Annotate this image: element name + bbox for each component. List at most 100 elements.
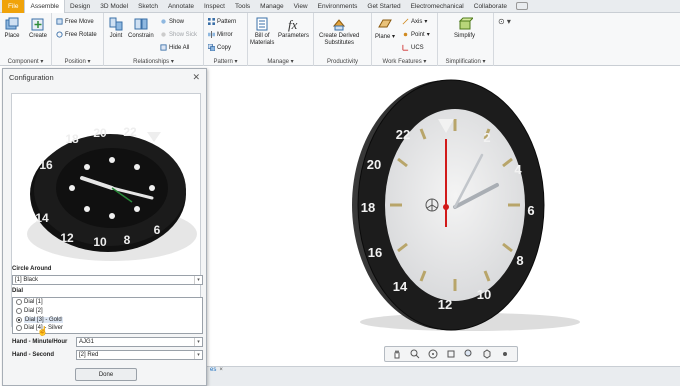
tab-sketch[interactable]: Sketch <box>133 0 163 13</box>
group-label-manage: Manage ▾ <box>267 59 294 65</box>
svg-text:10: 10 <box>93 235 107 249</box>
free-rotate-button[interactable]: Free Rotate <box>56 30 97 39</box>
svg-text:14: 14 <box>393 279 408 294</box>
close-icon[interactable]: ✕ <box>192 72 200 83</box>
group-position: Free Move Free Rotate Position ▾ <box>52 13 104 66</box>
svg-text:16: 16 <box>368 245 382 260</box>
group-label-relationships: Relationships ▾ <box>133 59 174 65</box>
chevron-down-icon[interactable]: ▾ <box>194 351 202 359</box>
close-tab-icon[interactable]: × <box>219 367 223 373</box>
group-component: Place Create Component ▾ <box>0 13 52 66</box>
create-icon <box>31 18 44 31</box>
place-button[interactable]: Place <box>4 16 20 39</box>
tab-assemble[interactable]: Assemble <box>24 0 66 13</box>
tab-get-started[interactable]: Get Started <box>362 0 405 13</box>
pattern-button[interactable]: Pattern <box>208 17 236 26</box>
tab-design[interactable]: Design <box>65 0 95 13</box>
hand-second-label: Hand - Second <box>12 352 55 358</box>
show-sick-button[interactable]: Show Sick <box>160 30 197 39</box>
tab-tools[interactable]: Tools <box>230 0 255 13</box>
hand-minute-hour-select[interactable]: AJG1 ▾ <box>76 337 203 347</box>
preview-clock: 18 20 22 12 10 8 6 14 16 <box>27 125 197 261</box>
show-button[interactable]: Show <box>160 17 184 26</box>
svg-text:22: 22 <box>396 127 410 142</box>
mirror-button[interactable]: Mirror <box>208 30 233 39</box>
radio-selected-icon[interactable] <box>16 317 22 323</box>
zoom-icon[interactable] <box>410 349 420 359</box>
show-icon <box>161 19 166 24</box>
svg-text:20: 20 <box>93 126 107 140</box>
hand-pivot <box>443 204 449 210</box>
orbit-icon[interactable] <box>428 349 438 359</box>
group-pattern: Pattern Mirror Copy Pattern ▾ <box>204 13 248 66</box>
hand-minute-hour-label: Hand - Minute/Hour <box>12 339 68 345</box>
view-cube-icon[interactable] <box>482 349 492 359</box>
dial-option-2[interactable]: Dial [2] <box>16 308 43 314</box>
point-button[interactable]: Point ▾ <box>402 30 430 39</box>
chevron-down-icon[interactable]: ▾ <box>194 338 202 346</box>
tab-annotate[interactable]: Annotate <box>163 0 199 13</box>
derived-substitutes-icon <box>333 19 346 31</box>
tab-view[interactable]: View <box>289 0 313 13</box>
tab-file[interactable]: File <box>2 0 25 13</box>
look-at-icon[interactable] <box>446 349 456 359</box>
tab-environments[interactable]: Environments <box>313 0 363 13</box>
radio-icon[interactable] <box>16 299 22 305</box>
hide-all-button[interactable]: Hide All <box>160 43 189 52</box>
tab-inspect[interactable]: Inspect <box>199 0 230 13</box>
svg-text:6: 6 <box>154 223 161 237</box>
group-label-position: Position ▾ <box>64 59 91 65</box>
pan-icon[interactable] <box>392 349 402 359</box>
circle-around-select[interactable]: [1] Black ▾ <box>12 275 203 285</box>
svg-text:20: 20 <box>367 157 381 172</box>
copy-button[interactable]: Copy <box>208 43 231 52</box>
point-icon <box>403 32 408 37</box>
group-label-work-features: Work Features ▾ <box>382 59 427 65</box>
tab-electromechanical[interactable]: Electromechanical <box>406 0 469 13</box>
tab-3d-model[interactable]: 3D Model <box>95 0 133 13</box>
options-icon[interactable] <box>500 349 510 359</box>
ucs-button[interactable]: UCS <box>402 43 424 52</box>
group-manage: Bill of Materials fx Parameters Manage ▾ <box>248 13 314 66</box>
show-sick-icon <box>161 32 166 37</box>
group-relationships: Joint Constrain Show Show Sick Hide All … <box>104 13 204 66</box>
dial-option-1[interactable]: Dial [1] <box>16 299 43 305</box>
radio-icon[interactable] <box>16 308 22 314</box>
bill-of-materials-button[interactable]: Bill of Materials <box>250 16 274 47</box>
svg-text:10: 10 <box>477 287 491 302</box>
document-tab[interactable]: es × <box>207 367 226 377</box>
constrain-icon <box>134 18 148 30</box>
create-derived-substitutes-button[interactable]: Create Derived Substitutes <box>319 16 359 47</box>
joint-button[interactable]: Joint <box>108 16 124 39</box>
dial-label: Dial <box>12 288 24 294</box>
customize-ribbon-icon[interactable]: ⊙ ▾ <box>498 17 511 26</box>
axis-button[interactable]: Axis ▾ <box>402 17 427 26</box>
done-button[interactable]: Done <box>75 368 137 381</box>
ribbon-options-icon[interactable] <box>516 2 528 10</box>
simplify-button[interactable]: Simplify <box>454 16 475 39</box>
radio-icon[interactable] <box>16 325 22 331</box>
dial-option-3[interactable]: Dial [3] - Gold <box>16 317 63 323</box>
group-label-pattern: Pattern ▾ <box>213 59 238 65</box>
svg-text:12: 12 <box>60 231 74 245</box>
group-label-productivity: Productivity <box>326 59 358 65</box>
group-label-simplification: Simplification ▾ <box>445 59 486 65</box>
dialog-title: Configuration <box>9 72 54 82</box>
create-button[interactable]: Create <box>29 16 47 39</box>
clock-preview-image: 18 20 22 12 10 8 6 14 16 <box>11 93 201 327</box>
free-move-button[interactable]: Free Move <box>56 17 94 26</box>
copy-icon <box>208 44 215 51</box>
tab-manage[interactable]: Manage <box>255 0 289 13</box>
plane-button[interactable]: Plane ▾ <box>375 16 395 40</box>
axis-icon <box>402 18 409 25</box>
document-tab-strip: es × <box>207 366 680 386</box>
dialog-titlebar[interactable]: Configuration ✕ <box>3 69 206 85</box>
joint-icon <box>109 17 123 31</box>
menu-bar: File Assemble Design 3D Model Sketch Ann… <box>0 0 680 13</box>
chevron-down-icon[interactable]: ▾ <box>194 276 202 284</box>
tab-collaborate[interactable]: Collaborate <box>469 0 512 13</box>
parameters-button[interactable]: fx Parameters <box>278 16 309 39</box>
zoom-window-icon[interactable] <box>464 349 474 359</box>
hand-second-select[interactable]: [2] Red ▾ <box>76 350 203 360</box>
constrain-button[interactable]: Constrain <box>128 16 154 39</box>
